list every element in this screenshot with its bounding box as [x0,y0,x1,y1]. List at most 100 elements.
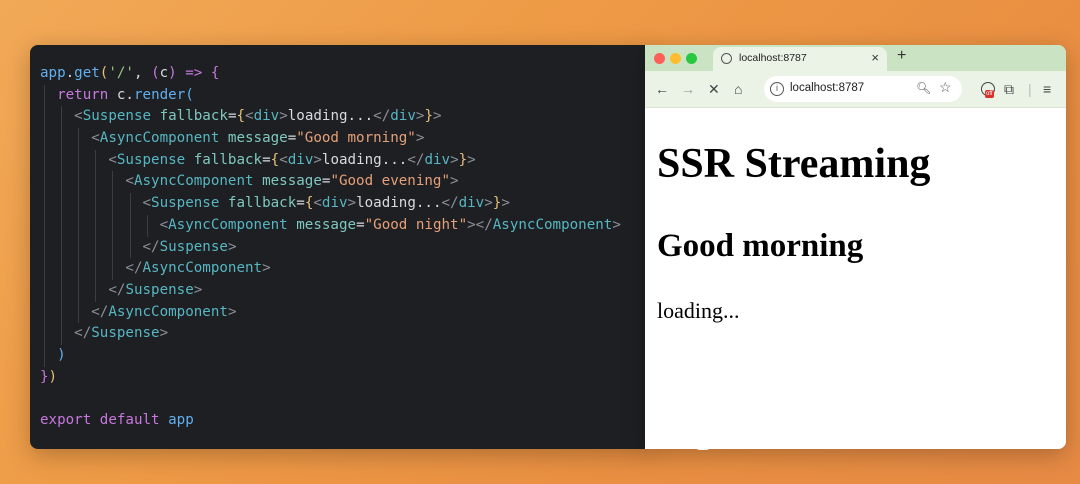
code-token: ) [57,346,66,363]
stop-icon[interactable]: ✕ [708,80,720,98]
code-token: "Good morning" [296,130,416,147]
indent-guide [44,214,45,237]
code-line: return c.render( [40,84,650,107]
indent-guide [61,149,63,172]
indent-guide [112,214,114,237]
home-icon[interactable]: ⌂ [734,80,742,98]
code-token: div [321,195,348,212]
close-window-button[interactable] [654,53,665,64]
indent-guide [61,214,63,237]
indent-guide [44,279,45,302]
code-token: div [424,151,451,168]
indent-guide [112,258,114,280]
indent-guide [78,149,80,172]
indent-guide [78,128,80,150]
code-line: <AsyncComponent message="Good evening"> [40,171,650,194]
code-token: } [458,151,468,168]
code-token: > [501,195,510,212]
code-token: loading... [321,151,408,168]
code-editor-panel: app.get('/', (c) => { return c.render( <… [30,45,650,449]
code-line: <Suspense fallback={<div>loading...</div… [40,193,650,215]
indent-guide [78,171,80,194]
puzzle-extensions-icon[interactable]: ⧉ [1004,80,1014,98]
site-info-icon[interactable]: i [770,82,784,96]
indent-guide [44,171,45,194]
code-token: , [133,65,152,81]
code-token: '/' [108,65,134,81]
code-token: loading... [356,195,442,212]
code-token: < [159,216,169,233]
indent-guide [78,301,80,324]
code-token: </ [407,151,425,168]
code-token: > [432,108,442,125]
code-token: Suspense [159,238,228,255]
code-line: <Suspense fallback={<div>loading...</div… [40,106,650,129]
code-line: </Suspense> [40,323,650,345]
indent-guide [112,236,114,259]
code-line: export default app [40,410,650,432]
indent-guide [78,258,80,280]
code-token: > [262,260,271,277]
code-token: message [227,130,288,147]
reading-list-icon[interactable]: ≡ [1043,80,1051,98]
code-line: <AsyncComponent message="Good morning"> [40,128,650,150]
indent-guide [95,193,97,215]
code-block: app.get('/', (c) => { return c.render( <… [40,63,650,432]
code-token: AsyncComponent [142,260,263,277]
tab-title: localhost:8787 [739,52,807,64]
code-token: "Good evening" [330,173,451,190]
indent-guide [146,214,148,237]
minimize-window-button[interactable] [670,53,681,64]
code-token: { [210,65,220,81]
extension-icon[interactable]: off [981,82,995,98]
indent-guide [78,193,80,215]
code-token: < [279,151,288,168]
code-token: ) [48,368,58,385]
zoom-icon[interactable]: 🔍︎ [916,81,931,95]
indent-guide [44,323,45,345]
code-token: fallback [159,108,228,125]
code-token: </ [142,238,160,255]
new-tab-button[interactable]: + [897,47,906,65]
indent-guide [95,171,97,194]
code-token: get [74,65,100,81]
url-text[interactable]: localhost:8787 [790,82,864,94]
indent-guide [78,236,80,259]
zoom-window-button[interactable] [686,53,697,64]
code-token: div [253,108,280,125]
code-token: > [227,303,237,320]
code-token: render [133,86,186,103]
indent-guide [61,258,63,280]
bookmark-star-icon[interactable]: ☆ [939,79,952,96]
indent-guide [61,128,63,150]
indent-guide [78,279,80,302]
code-token: app [168,412,194,428]
watermark-text: 公众号 · code秘密花园 [726,428,944,452]
indent-guide [78,214,80,237]
back-icon[interactable]: ← [655,80,669,98]
code-token: > [347,195,357,212]
code-token: < [313,195,322,212]
code-token: loading... [287,108,374,125]
indent-guide [44,301,45,324]
code-token: </ [108,281,126,298]
code-line: }) [40,367,650,389]
indent-guide [61,279,63,302]
indent-guide [61,106,63,129]
code-token: fallback [193,151,263,168]
page-content: SSR Streaming Good morning loading... [645,108,1066,449]
tab-close-button[interactable]: × [871,50,879,65]
forward-icon[interactable]: → [681,80,695,98]
code-token: < [125,173,134,190]
browser-tab[interactable]: localhost:8787 × [713,47,887,71]
code-line: <Suspense fallback={<div>loading...</div… [40,149,650,172]
code-line: </AsyncComponent> [40,258,650,280]
page-subheading: Good morning [657,228,864,264]
code-token: } [40,368,49,385]
address-bar[interactable]: i localhost:8787 🔍︎ ☆ [764,76,962,102]
